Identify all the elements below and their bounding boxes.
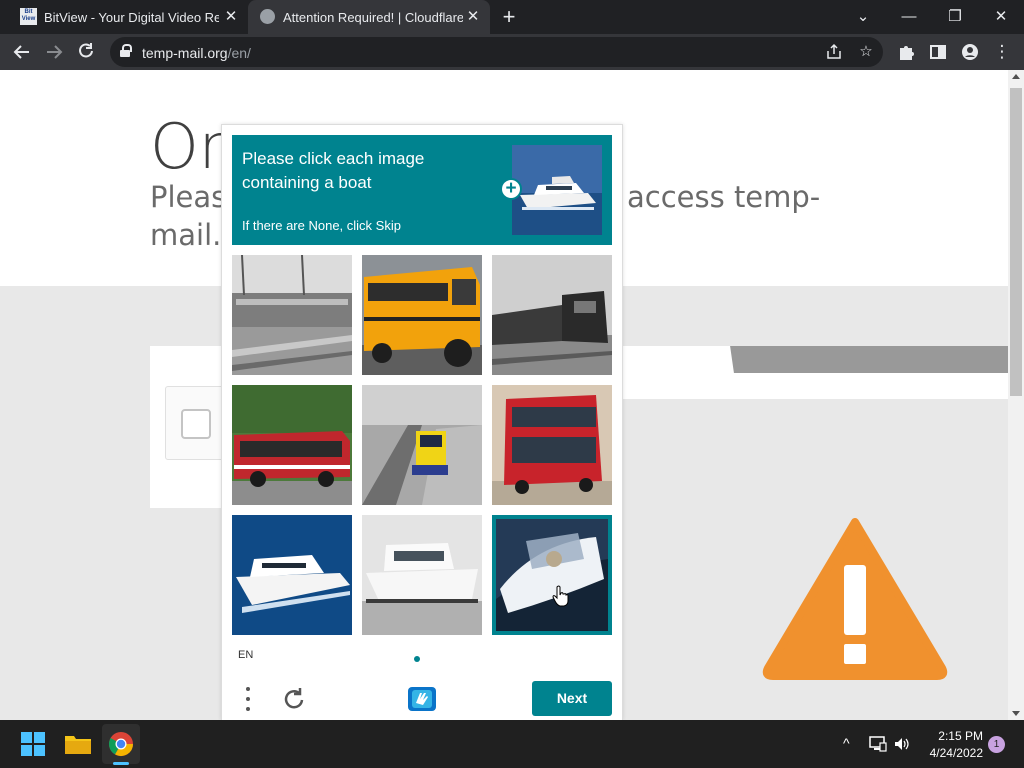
- lock-icon[interactable]: [120, 44, 132, 57]
- tab-close-icon[interactable]: ✕: [222, 8, 240, 26]
- file-explorer-icon[interactable]: [62, 728, 94, 760]
- url-text: temp-mail.org/en/: [142, 45, 251, 61]
- active-app-indicator: [113, 762, 129, 765]
- tab-title: Attention Required! | Cloudflare: [283, 10, 463, 25]
- windows-start-icon[interactable]: [17, 728, 49, 760]
- new-tab-button[interactable]: +: [498, 6, 520, 28]
- language-selector[interactable]: EN: [238, 649, 253, 661]
- page-scrollbar[interactable]: [1008, 70, 1024, 720]
- bookmark-star-icon[interactable]: ☆: [856, 42, 876, 62]
- network-icon[interactable]: [868, 734, 888, 754]
- yacht-image: [232, 515, 352, 635]
- scroll-up-icon[interactable]: [1012, 74, 1020, 79]
- grid-tile[interactable]: [492, 255, 612, 375]
- hcaptcha-logo-icon: [408, 687, 436, 711]
- tab-close-icon[interactable]: ✕: [464, 8, 482, 26]
- reload-icon[interactable]: [72, 38, 100, 66]
- bitview-favicon-icon: Bit View: [20, 8, 37, 25]
- grid-tile[interactable]: [232, 515, 352, 635]
- menu-dots-icon[interactable]: [240, 685, 256, 713]
- school-bus-image: [362, 255, 482, 375]
- grid-tile[interactable]: [232, 255, 352, 375]
- browser-toolbar: temp-mail.org/en/ ☆ ⋮: [0, 34, 1024, 70]
- profile-avatar-icon[interactable]: [956, 38, 984, 66]
- page-subtitle-right: access temp-: [627, 180, 821, 214]
- clock-time[interactable]: 2:15 PM: [925, 729, 983, 743]
- prompt-subtext: If there are None, click Skip: [242, 218, 401, 233]
- captcha-checkbox[interactable]: [181, 409, 211, 439]
- challenge-prompt: Please click each image containing a boa…: [232, 135, 612, 245]
- address-bar[interactable]: temp-mail.org/en/ ☆: [110, 37, 883, 67]
- double-decker-bus-image: [492, 385, 612, 505]
- share-icon[interactable]: [824, 42, 844, 62]
- red-bus-image: [232, 385, 352, 505]
- train-station-image: [232, 255, 352, 375]
- forward-arrow-icon[interactable]: [40, 38, 68, 66]
- grid-tile-selected[interactable]: [492, 515, 612, 635]
- tray-chevron-icon[interactable]: ^: [843, 735, 850, 751]
- extensions-puzzle-icon[interactable]: [892, 38, 920, 66]
- chrome-icon[interactable]: [105, 728, 137, 760]
- back-arrow-icon[interactable]: [8, 38, 36, 66]
- clock-date[interactable]: 4/24/2022: [920, 746, 983, 760]
- notification-badge[interactable]: 1: [988, 736, 1005, 753]
- plus-icon[interactable]: +: [500, 178, 522, 200]
- example-image: [512, 145, 602, 235]
- scroll-down-icon[interactable]: [1012, 711, 1020, 716]
- taskbar: ^ 2:15 PM 4/24/2022: [0, 720, 1024, 768]
- grid-tile[interactable]: [362, 515, 482, 635]
- refresh-icon[interactable]: [282, 685, 308, 713]
- image-grid: [232, 255, 612, 635]
- boat-image: [496, 519, 608, 631]
- prompt-text: Please click each image containing a boa…: [242, 149, 425, 192]
- restore-button[interactable]: ❐: [942, 4, 968, 30]
- window-close-button[interactable]: ✕: [988, 4, 1014, 30]
- tab-strip: BitView BitView - Your Digital Video Rep…: [0, 0, 1024, 34]
- scrollbar-thumb[interactable]: [1010, 88, 1022, 396]
- hcaptcha-challenge: Please click each image containing a boa…: [221, 124, 623, 720]
- page-indicator-dot: [414, 656, 420, 662]
- side-panel-icon[interactable]: [924, 38, 952, 66]
- train-platform-image: [362, 385, 482, 505]
- globe-icon: [260, 9, 275, 24]
- volume-icon[interactable]: [892, 734, 912, 754]
- grid-tile[interactable]: [362, 255, 482, 375]
- grid-tile[interactable]: [492, 385, 612, 505]
- url-host: temp-mail.org: [142, 45, 228, 61]
- grid-tile[interactable]: [232, 385, 352, 505]
- tab-bitview[interactable]: BitView BitView - Your Digital Video Rep…: [8, 0, 248, 34]
- tab-title: BitView - Your Digital Video Repository: [44, 10, 219, 25]
- freight-train-image: [492, 255, 612, 375]
- warning-icon: [762, 518, 948, 680]
- tab-cloudflare[interactable]: Attention Required! | Cloudflare ✕: [248, 0, 490, 34]
- motor-boat-image: [362, 515, 482, 635]
- tab-search-icon[interactable]: ⌄: [850, 4, 876, 30]
- next-button[interactable]: Next: [532, 681, 612, 716]
- kebab-menu-icon[interactable]: ⋮: [988, 38, 1016, 66]
- hand-cursor-icon: [552, 585, 569, 607]
- url-path: /en/: [227, 45, 251, 61]
- grid-tile[interactable]: [362, 385, 482, 505]
- minimize-button[interactable]: —: [896, 4, 922, 30]
